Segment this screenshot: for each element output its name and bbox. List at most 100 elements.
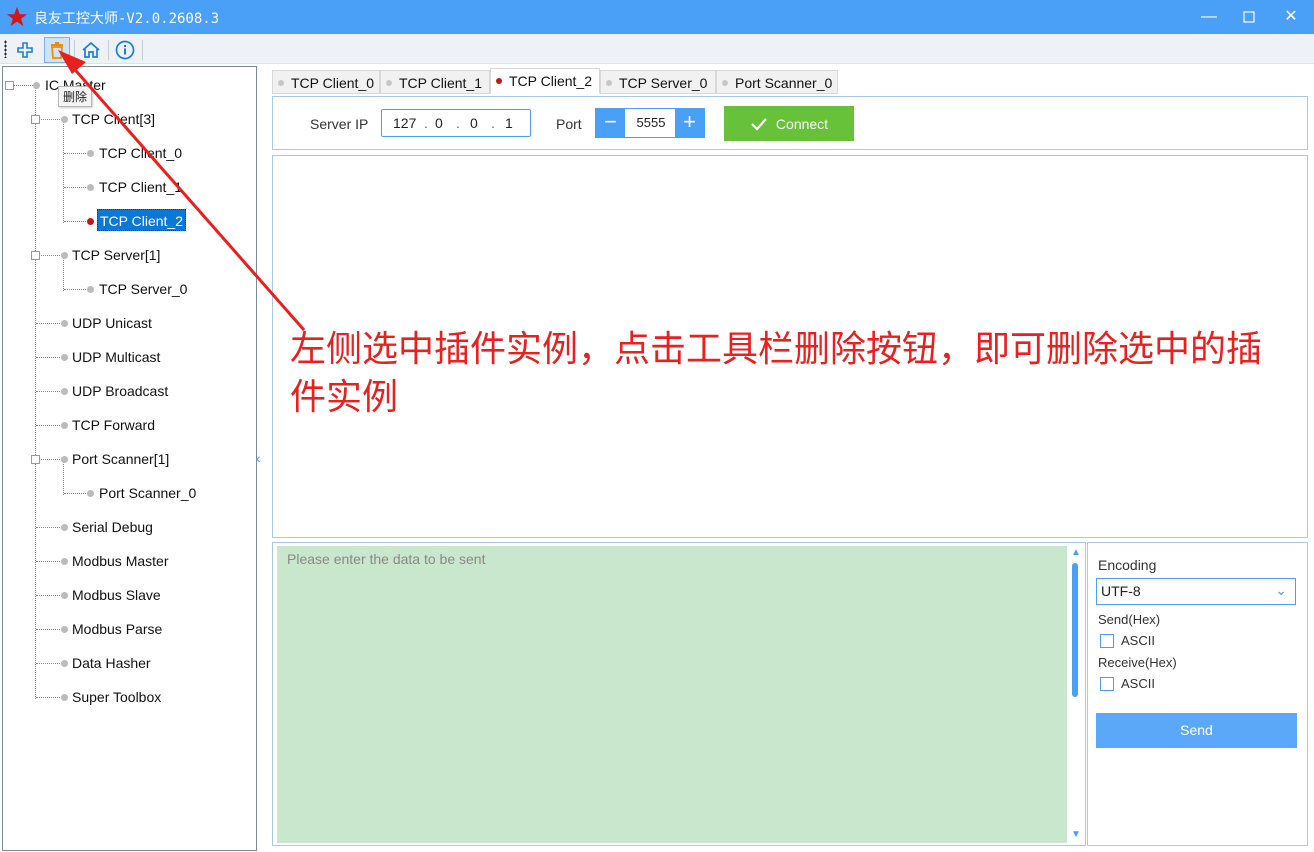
tree-item-tcp-client-0[interactable]: TCP Client_0 — [99, 142, 182, 164]
ip-octet-3[interactable]: 0 — [470, 115, 478, 131]
tab-tcp-client-0[interactable]: TCP Client_0 — [272, 70, 380, 94]
send-scrollbar[interactable]: ▲ ▼ — [1069, 545, 1083, 843]
port-stepper[interactable]: − 5555 + — [595, 108, 705, 138]
tree-item-udp-unicast[interactable]: UDP Unicast — [72, 312, 152, 334]
tree-item-modbus-parse[interactable]: Modbus Parse — [72, 618, 162, 640]
tree-item-serial-debug[interactable]: Serial Debug — [72, 516, 153, 538]
tree-item-tcp-client-2[interactable]: TCP Client_2 — [97, 209, 187, 231]
tcp-server-expander[interactable] — [31, 251, 40, 260]
title-bar: 良友工控大师-V2.0.2608.3 — ✕ — [0, 0, 1314, 34]
port-scanner-expander[interactable] — [31, 455, 40, 464]
receive-hex-label: Receive(Hex) — [1098, 655, 1177, 670]
tree-node-dot — [61, 592, 68, 599]
tab-dot — [386, 80, 392, 86]
tree-node-dot — [87, 286, 94, 293]
connect-button[interactable]: Connect — [724, 106, 854, 141]
port-label: Port — [556, 116, 582, 132]
tree-item-udp-multicast[interactable]: UDP Multicast — [72, 346, 160, 368]
send-ascii-label: ASCII — [1121, 633, 1155, 648]
collapse-panel-icon[interactable]: ‹ — [256, 450, 261, 466]
tree-node-dot — [33, 82, 40, 89]
send-button[interactable]: Send — [1096, 713, 1297, 748]
tab-label: Port Scanner_0 — [735, 75, 833, 91]
tree-item-tcp-server-0[interactable]: TCP Server_0 — [99, 278, 187, 300]
server-ip-input[interactable]: 127 . 0 . 0 . 1 — [381, 109, 531, 137]
home-button[interactable] — [78, 37, 104, 63]
port-decrement-button[interactable]: − — [596, 109, 625, 137]
tree-line — [36, 357, 62, 358]
tree-item-modbus-master[interactable]: Modbus Master — [72, 550, 168, 572]
about-button[interactable] — [112, 37, 138, 63]
close-button[interactable]: ✕ — [1268, 0, 1314, 34]
receive-ascii-checkbox[interactable] — [1100, 677, 1114, 691]
tree-line — [64, 187, 88, 188]
tcp-client-expander[interactable] — [31, 115, 40, 124]
port-increment-button[interactable]: + — [675, 109, 704, 137]
add-icon — [17, 42, 33, 58]
red-star-logo-icon — [6, 6, 28, 27]
add-button[interactable] — [12, 37, 38, 63]
connect-label: Connect — [775, 115, 829, 132]
scroll-up-icon[interactable]: ▲ — [1070, 547, 1082, 558]
tab-tcp-client-1[interactable]: TCP Client_1 — [380, 70, 490, 94]
tab-dot — [722, 80, 728, 86]
tree-line — [36, 425, 62, 426]
window-title: 良友工控大师-V2.0.2608.3 — [34, 11, 220, 27]
delete-button[interactable] — [44, 37, 70, 63]
tab-tcp-server-0[interactable]: TCP Server_0 — [600, 70, 716, 94]
tab-dot — [278, 80, 284, 86]
tree-item-port-scanner[interactable]: Port Scanner[1] — [72, 448, 169, 470]
scroll-down-icon[interactable]: ▼ — [1070, 829, 1082, 840]
toolbar-grip[interactable] — [4, 40, 7, 58]
tree-line — [64, 493, 88, 494]
trash-icon — [51, 42, 63, 59]
maximize-icon — [1243, 11, 1255, 23]
tree-line — [64, 289, 88, 290]
tree-line — [35, 87, 36, 699]
send-input[interactable]: Please enter the data to be sent — [277, 546, 1067, 843]
encoding-label: Encoding — [1098, 557, 1157, 573]
tree-item-tcp-client[interactable]: TCP Client[3] — [72, 108, 155, 130]
tree-node-dot-selected — [87, 218, 94, 225]
tree-node-dot — [61, 626, 68, 633]
tree-item-port-scanner-0[interactable]: Port Scanner_0 — [99, 482, 196, 504]
tree-item-udp-broadcast[interactable]: UDP Broadcast — [72, 380, 168, 402]
tree-line — [64, 153, 88, 154]
port-input[interactable]: 5555 — [626, 115, 676, 130]
maximize-button[interactable] — [1226, 0, 1272, 34]
send-hex-label: Send(Hex) — [1098, 612, 1161, 627]
tab-tcp-client-2[interactable]: TCP Client_2 — [490, 68, 600, 94]
tree-item-tcp-forward[interactable]: TCP Forward — [72, 414, 155, 436]
tree-line — [36, 391, 62, 392]
ip-octet-2[interactable]: 0 — [435, 115, 443, 131]
tree-node-dot — [61, 388, 68, 395]
tree-node-dot — [61, 354, 68, 361]
ip-dot: . — [491, 115, 495, 131]
scroll-thumb[interactable] — [1072, 563, 1078, 697]
ip-dot: . — [456, 115, 460, 131]
tree-node-dot — [87, 150, 94, 157]
ip-octet-1[interactable]: 127 — [393, 115, 416, 131]
tab-dot-active — [496, 78, 502, 84]
home-icon — [82, 41, 100, 58]
plugin-tree[interactable]: IC Master TCP Client[3] TCP Client_0 TCP… — [2, 66, 257, 851]
root-expander[interactable] — [5, 81, 14, 90]
send-ascii-checkbox[interactable] — [1100, 634, 1114, 648]
tree-item-data-hasher[interactable]: Data Hasher — [72, 652, 151, 674]
annotation-text: 左侧选中插件实例，点击工具栏删除按钮，即可删除选中的插件实例 — [290, 329, 1263, 418]
tab-port-scanner-0[interactable]: Port Scanner_0 — [716, 70, 838, 94]
encoding-select[interactable]: UTF-8 ⌄ — [1096, 578, 1296, 605]
toolbar-separator — [142, 40, 143, 60]
tree-item-tcp-client-1[interactable]: TCP Client_1 — [99, 176, 182, 198]
receive-ascii-label: ASCII — [1121, 676, 1155, 691]
tree-node-dot — [87, 490, 94, 497]
tree-node-dot — [61, 524, 68, 531]
tree-node-dot — [87, 184, 94, 191]
tree-item-tcp-server[interactable]: TCP Server[1] — [72, 244, 160, 266]
tree-line — [36, 561, 62, 562]
delete-tooltip: 删除 — [58, 86, 93, 107]
tree-item-modbus-slave[interactable]: Modbus Slave — [72, 584, 161, 606]
tree-item-super-toolbox[interactable]: Super Toolbox — [72, 686, 161, 708]
ip-octet-4[interactable]: 1 — [505, 115, 513, 131]
check-icon — [751, 117, 767, 131]
